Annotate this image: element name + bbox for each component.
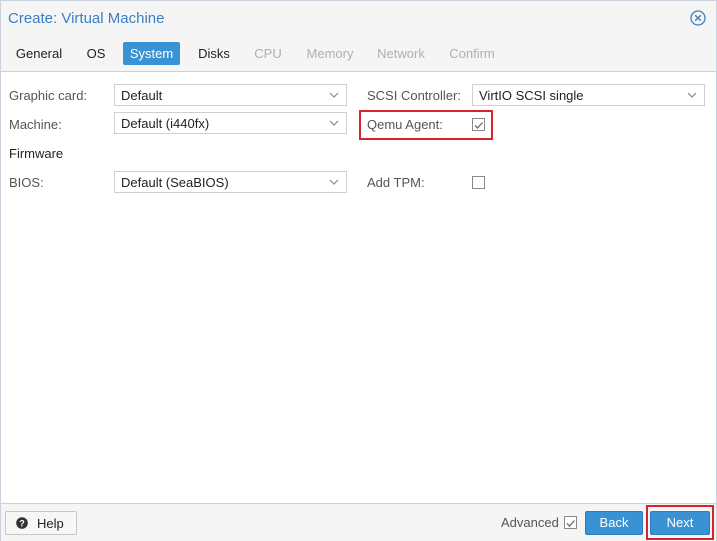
tab-confirm: Confirm [449, 46, 495, 61]
help-button[interactable]: ? Help [5, 511, 77, 535]
tab-disks[interactable]: Disks [191, 42, 237, 65]
help-label: Help [37, 516, 64, 531]
advanced-checkbox[interactable] [564, 516, 577, 529]
chevron-down-icon [687, 92, 697, 98]
scsi-controller-select[interactable]: VirtIO SCSI single [472, 84, 705, 106]
scsi-controller-label: SCSI Controller: [367, 88, 461, 103]
chevron-down-icon [329, 92, 339, 98]
machine-select[interactable]: Default (i440fx) [114, 112, 347, 134]
tab-cpu: CPU [254, 46, 282, 61]
advanced-label: Advanced [501, 515, 559, 530]
close-icon[interactable] [690, 10, 706, 26]
qemu-agent-checkbox[interactable] [472, 118, 485, 131]
tab-memory: Memory [306, 46, 354, 61]
chevron-down-icon [329, 120, 339, 126]
tab-os[interactable]: OS [79, 42, 113, 65]
graphic-card-label: Graphic card: [9, 88, 88, 103]
dialog-title: Create: Virtual Machine [8, 10, 165, 27]
dialog-footer: ? Help Advanced Back Next [1, 503, 716, 541]
tab-general[interactable]: General [9, 42, 69, 65]
check-icon [566, 520, 575, 527]
svg-text:?: ? [19, 518, 25, 528]
add-tpm-checkbox[interactable] [472, 176, 485, 189]
bios-select[interactable]: Default (SeaBIOS) [114, 171, 347, 193]
question-circle-icon: ? [16, 517, 28, 529]
tab-network: Network [377, 46, 425, 61]
machine-label: Machine: [9, 117, 62, 132]
bios-value: Default (SeaBIOS) [121, 175, 229, 190]
wizard-tabs: General OS System Disks CPU Memory Netwo… [1, 37, 716, 72]
tab-system[interactable]: System [123, 42, 180, 65]
dialog-header: Create: Virtual Machine [1, 1, 716, 37]
qemu-agent-label: Qemu Agent: [367, 117, 443, 132]
create-vm-dialog: Create: Virtual Machine General OS Syste… [0, 0, 717, 541]
back-button[interactable]: Back [585, 511, 643, 535]
graphic-card-select[interactable]: Default [114, 84, 347, 106]
scsi-controller-value: VirtIO SCSI single [479, 88, 584, 103]
graphic-card-value: Default [121, 88, 163, 103]
machine-value: Default (i440fx) [121, 116, 210, 131]
bios-label: BIOS: [9, 175, 44, 190]
check-icon [474, 122, 483, 129]
chevron-down-icon [329, 179, 339, 185]
next-button[interactable]: Next [650, 511, 710, 535]
add-tpm-label: Add TPM: [367, 175, 425, 190]
firmware-section-title: Firmware [9, 146, 64, 161]
